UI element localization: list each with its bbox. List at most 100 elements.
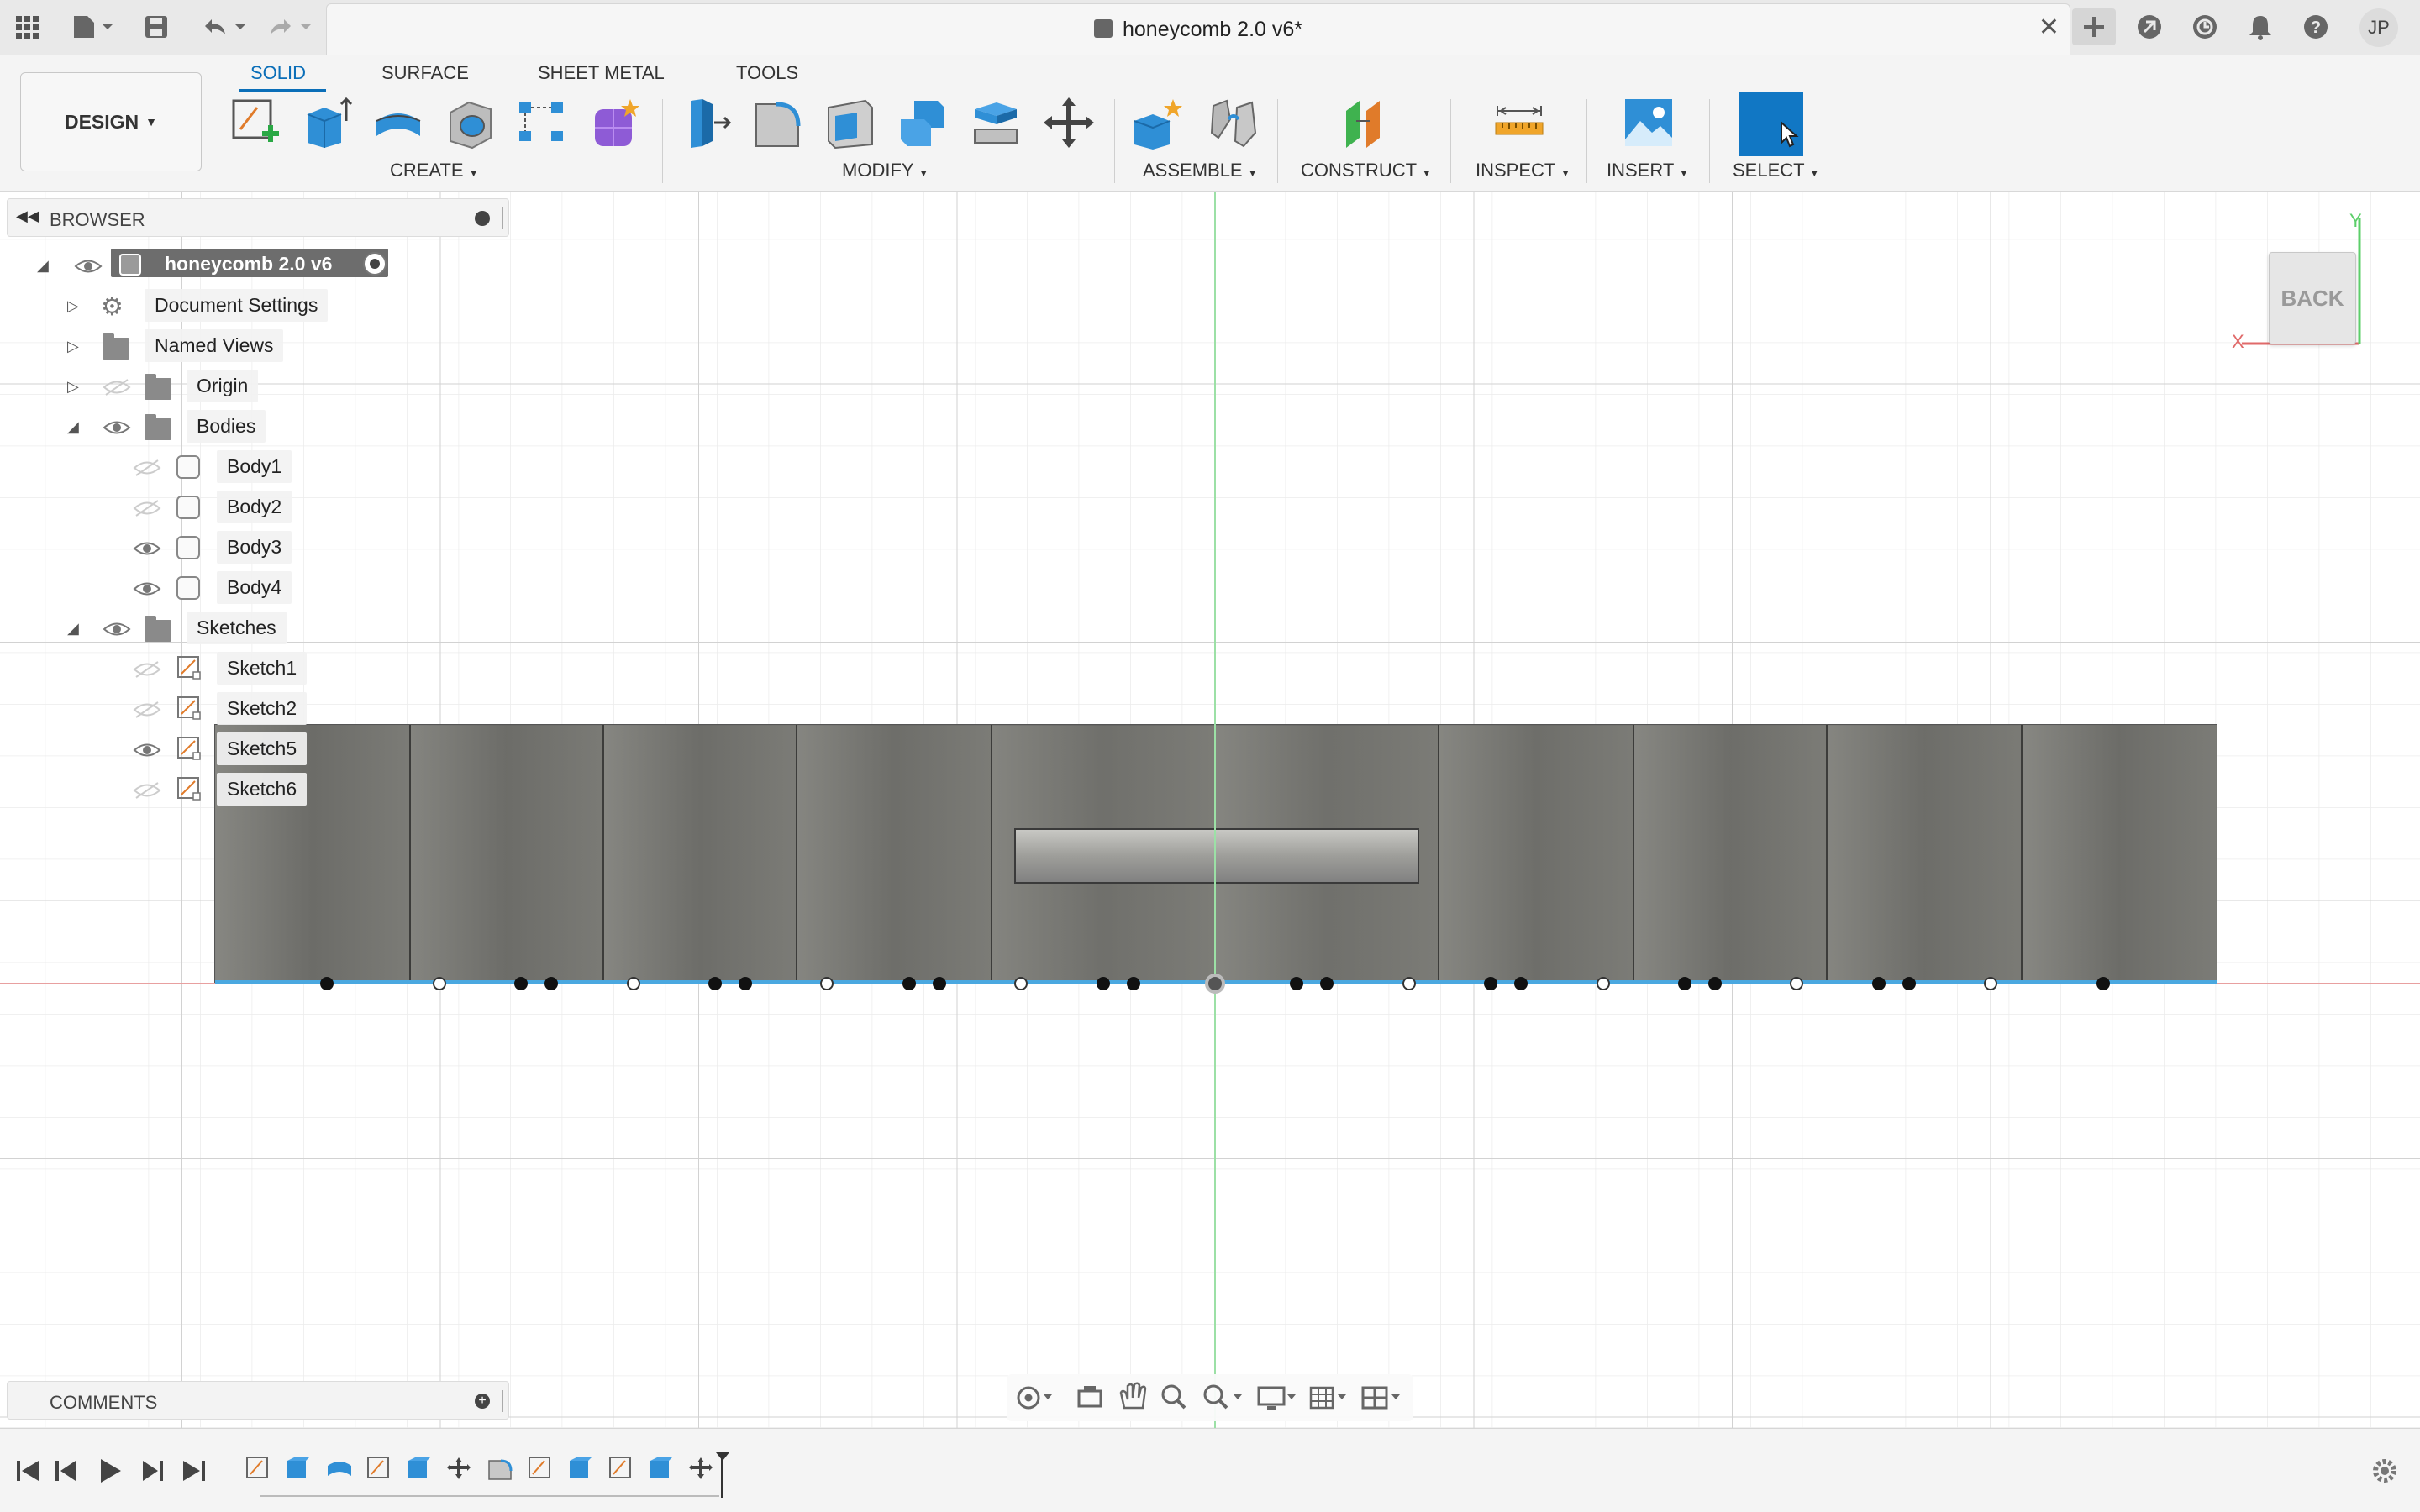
collapse-panel-icon[interactable]: ◀◀: [16, 207, 39, 225]
go-to-end-icon[interactable]: [183, 1461, 205, 1481]
panel-resize-handle[interactable]: [502, 207, 503, 229]
zoom-icon[interactable]: [1161, 1384, 1186, 1410]
undo-icon[interactable]: [197, 8, 250, 45]
look-at-icon[interactable]: [1077, 1386, 1102, 1408]
settings-gear-icon[interactable]: [2373, 1459, 2396, 1483]
activate-radio-icon[interactable]: [363, 252, 387, 276]
visibility-eye-icon[interactable]: [133, 580, 161, 598]
shell-icon[interactable]: [823, 96, 877, 150]
visibility-eye-icon[interactable]: [133, 539, 161, 558]
view-cube[interactable]: BACK: [2269, 252, 2356, 344]
visibility-eye-icon[interactable]: [103, 418, 131, 437]
display-settings-icon[interactable]: [1257, 1386, 1296, 1410]
expand-triangle-icon[interactable]: ▷: [67, 297, 84, 314]
play-icon[interactable]: [101, 1459, 121, 1483]
folder-icon: [103, 333, 129, 360]
browser-minimize-icon[interactable]: [475, 211, 490, 226]
expand-triangle-icon[interactable]: ▷: [67, 378, 84, 395]
hidden-eye-icon[interactable]: [133, 499, 161, 517]
visibility-eye-icon[interactable]: [103, 620, 131, 638]
tab-surface[interactable]: SURFACE: [381, 62, 469, 84]
pattern-icon[interactable]: [516, 96, 570, 150]
chevron-down-icon: ▼: [468, 167, 479, 179]
file-menu-icon[interactable]: [67, 8, 118, 45]
help-icon[interactable]: ?: [2297, 8, 2334, 45]
select-menu[interactable]: SELECT ▼: [1733, 160, 1819, 181]
close-tab-icon[interactable]: ✕: [2039, 13, 2060, 42]
extrude-icon[interactable]: [299, 96, 353, 150]
scale-icon[interactable]: [968, 96, 1022, 150]
pan-hand-icon[interactable]: [1119, 1382, 1147, 1410]
timeline-marker[interactable]: [716, 1452, 729, 1498]
insert-menu[interactable]: INSERT ▼: [1607, 160, 1689, 181]
browser-item-label: Body2: [217, 491, 292, 523]
chevron-down-icon: ▼: [1421, 167, 1432, 179]
app-grid-icon[interactable]: [8, 8, 45, 45]
hidden-eye-icon[interactable]: [133, 701, 161, 719]
joint-icon[interactable]: [1207, 96, 1260, 150]
tab-sheet-metal[interactable]: SHEET METAL: [538, 62, 665, 84]
extensions-icon[interactable]: [2131, 8, 2168, 45]
fillet-icon[interactable]: [751, 96, 805, 150]
collapse-triangle-icon[interactable]: ◢: [67, 620, 84, 637]
expand-triangle-icon[interactable]: ▷: [67, 338, 84, 354]
hole-icon[interactable]: [444, 96, 497, 150]
construct-menu[interactable]: CONSTRUCT ▼: [1301, 160, 1432, 181]
collapse-triangle-icon[interactable]: ◢: [37, 257, 54, 274]
browser-item-label: Origin: [187, 370, 259, 402]
create-sketch-icon[interactable]: [229, 96, 282, 150]
workspace-switcher-button[interactable]: DESIGN ▼: [20, 72, 202, 171]
viewports-icon[interactable]: [1361, 1386, 1400, 1410]
combine-icon[interactable]: [896, 96, 950, 150]
offset-plane-icon[interactable]: [1339, 96, 1393, 150]
assemble-menu[interactable]: ASSEMBLE ▼: [1143, 160, 1258, 181]
go-to-start-icon[interactable]: [17, 1461, 39, 1481]
insert-image-icon[interactable]: [1622, 96, 1676, 150]
job-status-icon[interactable]: [2186, 8, 2223, 45]
view-cube-x-label: X: [2232, 331, 2244, 352]
zoom-window-icon[interactable]: [1203, 1384, 1242, 1410]
add-comment-icon[interactable]: +: [475, 1394, 490, 1409]
new-tab-icon[interactable]: [2072, 8, 2116, 45]
select-icon[interactable]: [1739, 92, 1803, 156]
browser-item-label: Body4: [217, 571, 292, 604]
panel-resize-handle[interactable]: [502, 1390, 503, 1412]
comments-panel-header[interactable]: COMMENTS +: [7, 1381, 509, 1420]
move-icon[interactable]: [1042, 96, 1096, 150]
component-icon: [119, 254, 141, 276]
redo-icon[interactable]: [262, 8, 316, 45]
browser-panel-header[interactable]: ◀◀ BROWSER: [7, 198, 509, 237]
step-back-icon[interactable]: [55, 1461, 76, 1481]
timeline-features[interactable]: [246, 1457, 713, 1480]
modify-menu[interactable]: MODIFY ▼: [842, 160, 929, 181]
visibility-eye-icon[interactable]: [74, 257, 103, 276]
create-menu[interactable]: CREATE ▼: [390, 160, 479, 181]
chevron-down-icon: ▼: [145, 115, 158, 129]
hidden-eye-icon[interactable]: [103, 378, 131, 396]
grid-settings-icon[interactable]: [1309, 1386, 1346, 1410]
new-component-icon[interactable]: [1131, 96, 1185, 150]
hidden-eye-icon[interactable]: [133, 781, 161, 800]
collapse-triangle-icon[interactable]: ◢: [67, 418, 84, 435]
step-forward-icon[interactable]: [143, 1461, 163, 1481]
hidden-eye-icon[interactable]: [133, 660, 161, 679]
toolbar-divider: [1586, 99, 1587, 183]
hidden-eye-icon[interactable]: [133, 459, 161, 477]
canvas-viewport[interactable]: [0, 192, 2420, 1428]
document-tab[interactable]: honeycomb 2.0 v6* ✕: [326, 3, 2070, 55]
tab-solid[interactable]: SOLID: [250, 62, 306, 84]
save-icon[interactable]: [138, 8, 175, 45]
revolve-icon[interactable]: [371, 96, 425, 150]
notifications-bell-icon[interactable]: [2242, 8, 2279, 45]
navigation-bar: [1007, 1374, 1413, 1421]
orbit-icon[interactable]: [1017, 1386, 1052, 1410]
press-pull-icon[interactable]: [679, 96, 733, 150]
browser-item-label: Bodies: [187, 410, 266, 443]
create-form-icon[interactable]: [588, 96, 642, 150]
browser-item-label: Body1: [217, 450, 292, 483]
measure-icon[interactable]: [1492, 96, 1546, 150]
visibility-eye-icon[interactable]: [133, 741, 161, 759]
tab-tools[interactable]: TOOLS: [736, 62, 798, 84]
user-avatar[interactable]: JP: [2360, 8, 2398, 47]
inspect-menu[interactable]: INSPECT ▼: [1476, 160, 1570, 181]
